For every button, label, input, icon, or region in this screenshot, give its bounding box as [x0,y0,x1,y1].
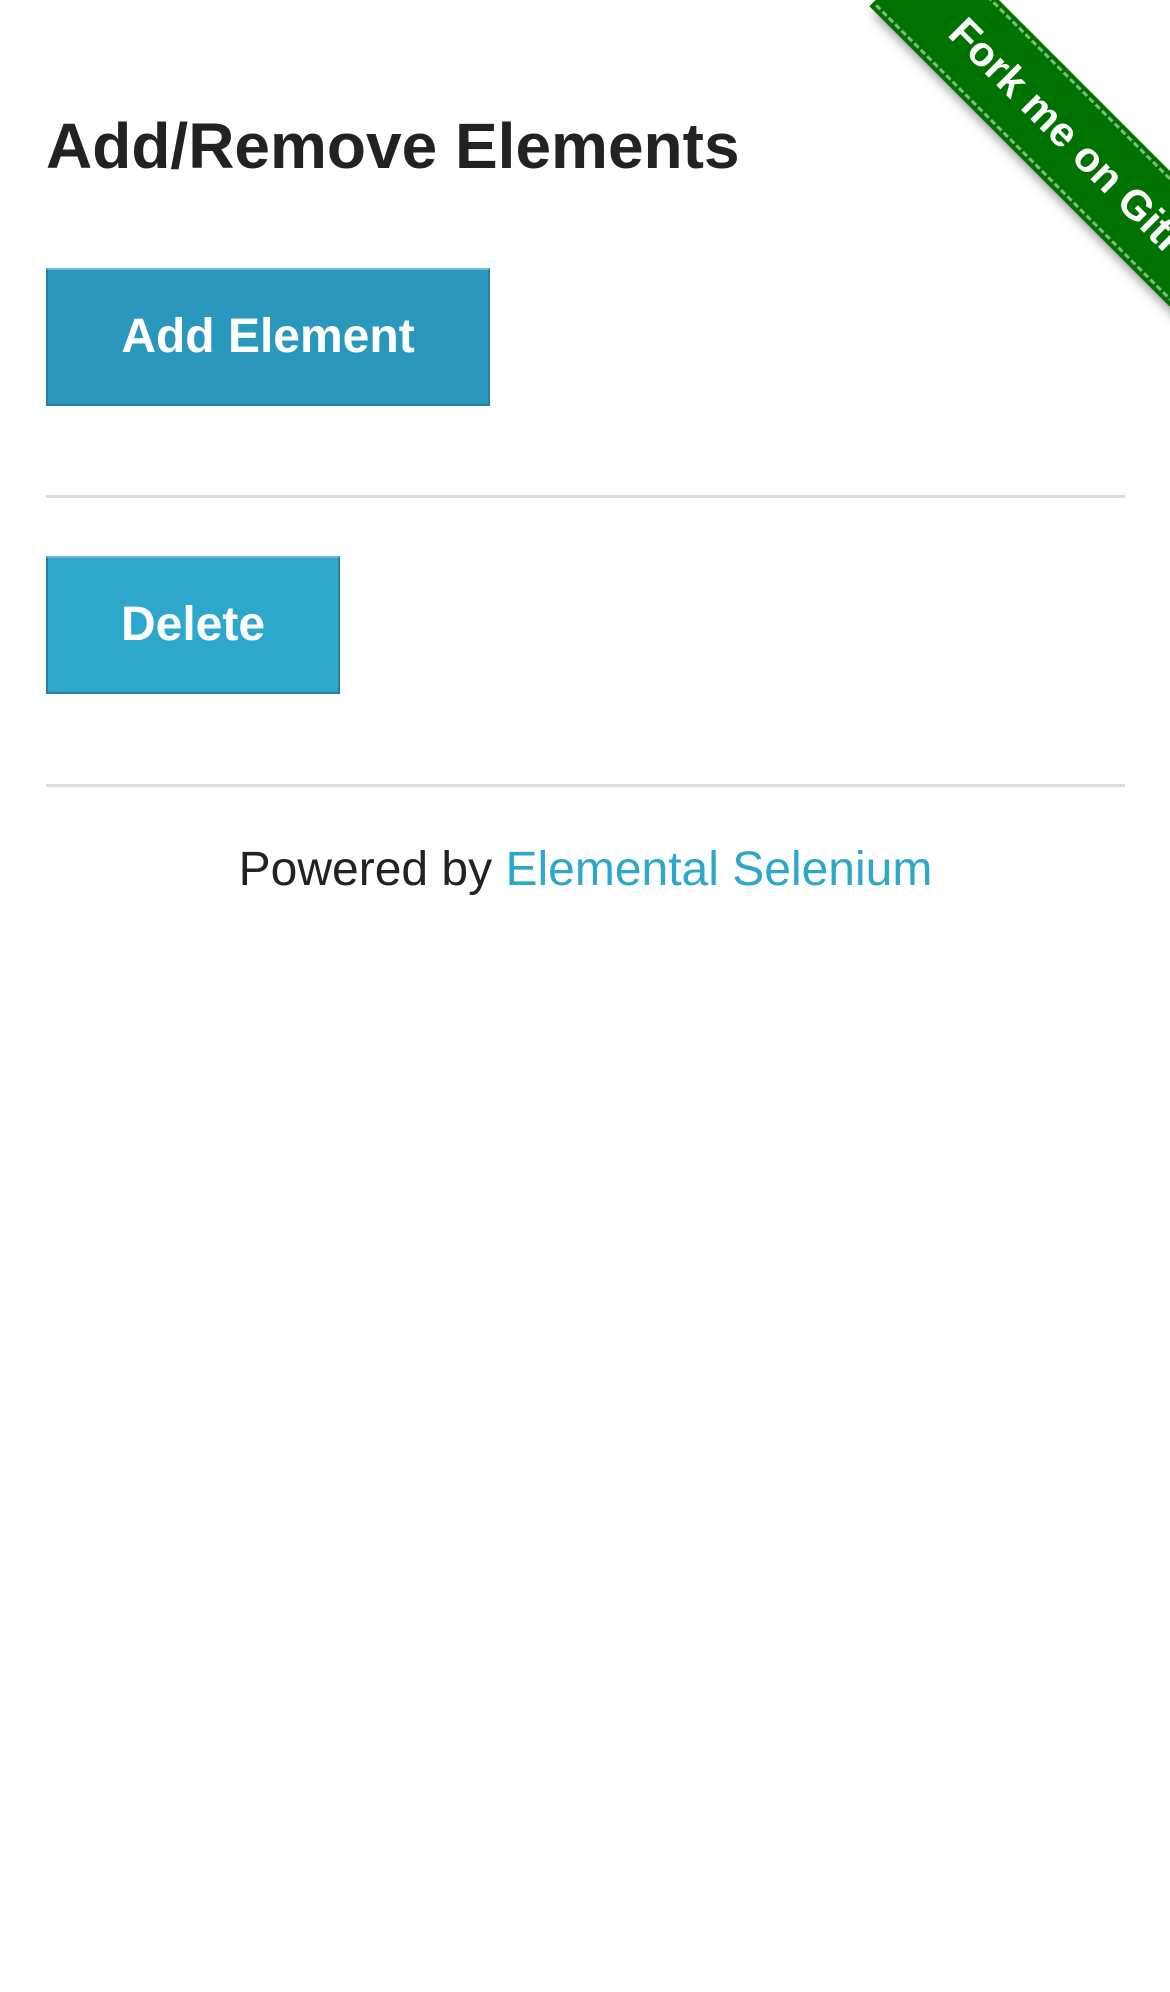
footer: Powered by Elemental Selenium [46,838,1125,902]
footer-prefix: Powered by [238,843,506,896]
divider [46,784,1125,787]
divider [46,495,1125,498]
elemental-selenium-link[interactable]: Elemental Selenium [505,843,932,896]
fork-me-on-github-ribbon[interactable]: Fork me on GitHub [875,0,1170,374]
add-element-button[interactable]: Add Element [46,268,490,406]
github-ribbon-container: Fork me on GitHub [750,0,1170,420]
delete-button[interactable]: Delete [46,556,340,694]
page-title: Add/Remove Elements [46,110,740,182]
